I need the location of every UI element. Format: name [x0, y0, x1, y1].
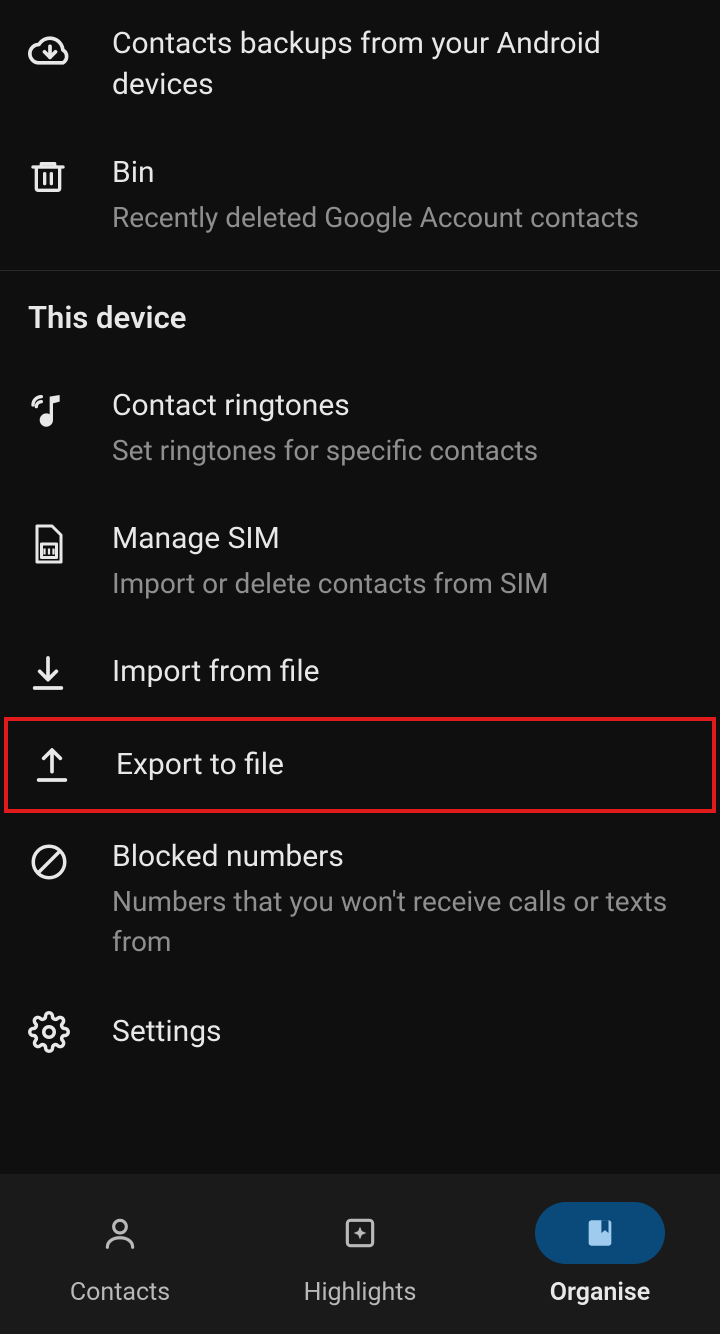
item-title: Settings	[112, 1012, 692, 1053]
gear-icon	[28, 1011, 112, 1053]
ringtone-icon	[28, 386, 112, 430]
block-icon	[28, 837, 112, 883]
tab-contacts[interactable]: Contacts	[0, 1202, 240, 1307]
item-title: Contacts backups from your Android devic…	[112, 24, 692, 105]
cloud-download-icon	[28, 24, 112, 72]
item-subtitle: Set ringtones for specific contacts	[112, 431, 692, 472]
item-subtitle: Import or delete contacts from SIM	[112, 564, 692, 605]
nav-label: Organise	[550, 1278, 650, 1307]
item-title: Bin	[112, 153, 692, 194]
item-bin[interactable]: Bin Recently deleted Google Account cont…	[0, 129, 720, 262]
download-icon	[28, 653, 112, 693]
nav-label: Highlights	[304, 1278, 417, 1307]
bookmark-tab-icon	[583, 1216, 617, 1250]
highlight-export-to-file: Export to file	[4, 717, 716, 814]
trash-icon	[28, 153, 112, 197]
item-title: Import from file	[112, 652, 692, 693]
sim-icon	[28, 519, 112, 565]
item-settings[interactable]: Settings	[0, 987, 720, 1077]
item-contacts-backups[interactable]: Contacts backups from your Android devic…	[0, 0, 720, 129]
item-import-from-file[interactable]: Import from file	[0, 628, 720, 717]
item-title: Export to file	[116, 745, 688, 786]
item-title: Blocked numbers	[112, 837, 692, 878]
item-title: Manage SIM	[112, 519, 692, 560]
sparkle-icon	[341, 1214, 379, 1252]
section-header-this-device: This device	[0, 299, 720, 362]
tab-highlights[interactable]: Highlights	[240, 1202, 480, 1307]
content-area: Contacts backups from your Android devic…	[0, 0, 720, 1174]
person-icon	[101, 1214, 139, 1252]
item-contact-ringtones[interactable]: Contact ringtones Set ringtones for spec…	[0, 362, 720, 495]
tab-organise[interactable]: Organise	[480, 1202, 720, 1307]
bottom-nav: Contacts Highlights	[0, 1174, 720, 1334]
section-divider	[0, 270, 720, 271]
item-subtitle: Numbers that you won't receive calls or …	[112, 882, 692, 963]
item-title: Contact ringtones	[112, 386, 692, 427]
item-subtitle: Recently deleted Google Account contacts	[112, 198, 692, 239]
screen: Contacts backups from your Android devic…	[0, 0, 720, 1334]
item-export-to-file[interactable]: Export to file	[8, 721, 712, 810]
item-manage-sim[interactable]: Manage SIM Import or delete contacts fro…	[0, 495, 720, 628]
nav-label: Contacts	[70, 1278, 170, 1307]
upload-icon	[32, 745, 116, 785]
item-blocked-numbers[interactable]: Blocked numbers Numbers that you won't r…	[0, 813, 720, 987]
